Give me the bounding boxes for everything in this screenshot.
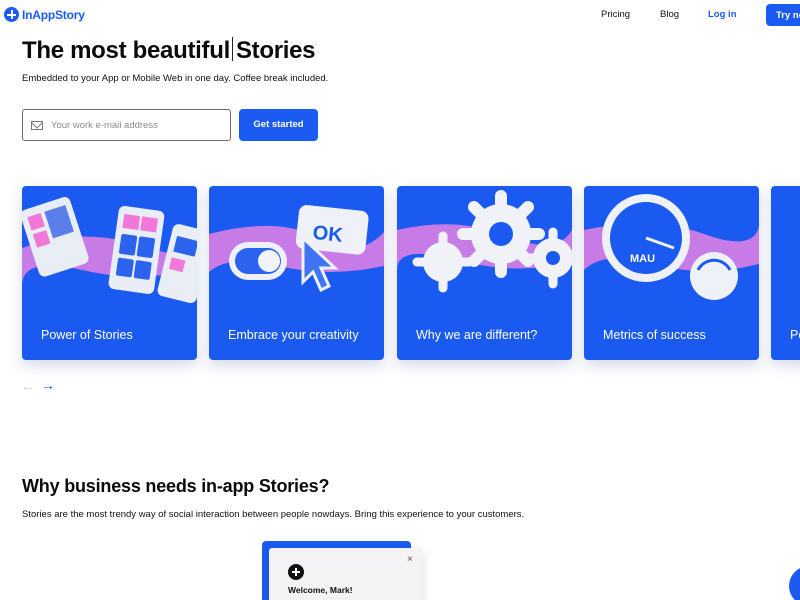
try-now-button[interactable]: Try now bbox=[766, 4, 800, 26]
story-preview-card: × Welcome, Mark! bbox=[269, 548, 422, 600]
card-label: Metrics of success bbox=[603, 328, 706, 342]
nav-pricing[interactable]: Pricing bbox=[601, 9, 630, 20]
story-card-creativity[interactable]: OK Embrace your creativity bbox=[209, 186, 384, 360]
card-label: Embrace your creativity bbox=[228, 328, 359, 342]
svg-text:MAU: MAU bbox=[630, 253, 655, 265]
section-subtitle: Stories are the most trendy way of socia… bbox=[22, 509, 525, 520]
card-label: Po bbox=[790, 328, 800, 342]
email-field[interactable] bbox=[22, 109, 231, 141]
plus-logo-icon bbox=[288, 564, 304, 580]
login-link[interactable]: Log in bbox=[708, 9, 737, 20]
story-card-power[interactable]: Power of Stories bbox=[22, 186, 197, 360]
hero-subtitle: Embedded to your App or Mobile Web in on… bbox=[22, 73, 329, 84]
arrow-left-icon[interactable]: ← bbox=[21, 378, 35, 394]
email-input[interactable] bbox=[51, 119, 221, 131]
story-card-metrics[interactable]: MAU Metrics of success bbox=[584, 186, 759, 360]
hero-title-accent: Stories bbox=[235, 37, 316, 64]
section-title: Why business needs in-app Stories? bbox=[22, 476, 330, 496]
text-caret bbox=[231, 37, 233, 61]
nav-blog[interactable]: Blog bbox=[660, 9, 679, 20]
story-card-partial[interactable]: Po bbox=[771, 186, 800, 360]
welcome-text: Welcome, Mark! bbox=[288, 585, 353, 595]
plus-logo-icon bbox=[4, 7, 19, 22]
hero-title: The most beautiful Stories bbox=[22, 37, 316, 65]
card-label: Power of Stories bbox=[41, 328, 133, 342]
brand-name: InAppStory bbox=[22, 7, 85, 22]
card-label: Why we are different? bbox=[416, 328, 538, 342]
brand-logo[interactable]: InAppStory bbox=[4, 7, 85, 22]
site-header: InAppStory Pricing Blog Log in Try now bbox=[0, 0, 800, 32]
chat-widget-button[interactable] bbox=[789, 566, 800, 600]
arrow-right-icon[interactable]: → bbox=[41, 377, 55, 393]
mail-icon bbox=[31, 120, 43, 130]
get-started-button[interactable]: Get started bbox=[239, 109, 318, 141]
svg-text:OK: OK bbox=[312, 222, 345, 247]
hero-title-lead: The most beautiful bbox=[22, 37, 230, 64]
story-card-different[interactable]: Why we are different? bbox=[397, 186, 572, 360]
close-icon[interactable]: × bbox=[407, 554, 413, 565]
